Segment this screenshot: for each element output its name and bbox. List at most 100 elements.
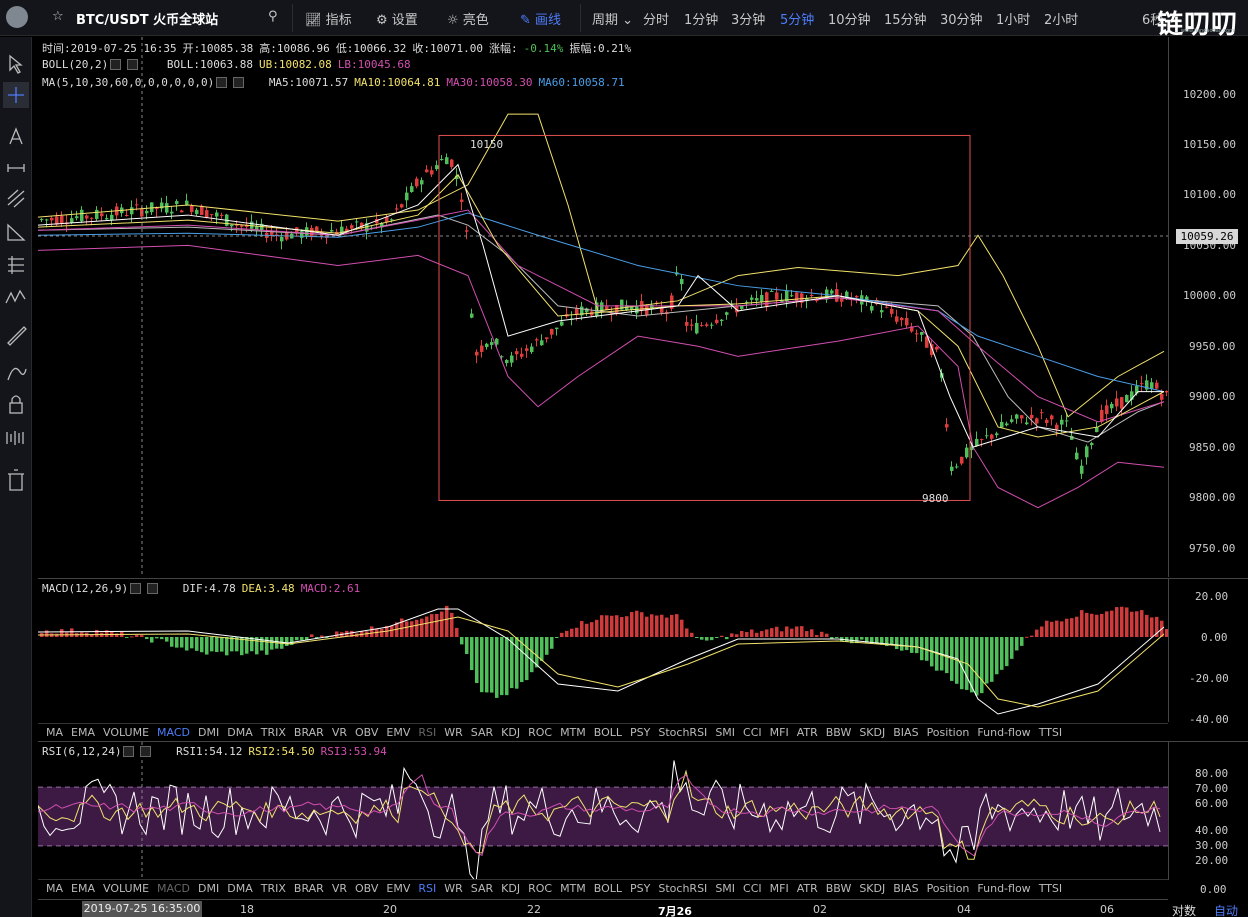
macd-bar xyxy=(205,637,209,655)
indicator-tab-bbw[interactable]: BBW xyxy=(826,880,852,897)
indicator-tab-ma[interactable]: MA xyxy=(46,724,63,741)
macd-bar xyxy=(705,637,709,641)
indicator-tab-smi[interactable]: SMI xyxy=(715,724,735,741)
candle-body xyxy=(425,169,429,173)
indicator-tab-skdj[interactable]: SKDJ xyxy=(859,724,885,741)
log-scale-toggle[interactable]: 对数 xyxy=(1172,902,1196,917)
indicator-tab-psy[interactable]: PSY xyxy=(630,724,650,741)
gear-icon[interactable] xyxy=(110,59,122,70)
indicator-tab-vr[interactable]: VR xyxy=(332,724,347,741)
indicator-tab-ma[interactable]: MA xyxy=(46,880,63,897)
indicator-tab-sar[interactable]: SAR xyxy=(471,880,493,897)
indicator-tab-dma[interactable]: DMA xyxy=(227,880,253,897)
draw-button[interactable]: ✎ 画线 xyxy=(520,9,561,28)
indicator-tab-brar[interactable]: BRAR xyxy=(294,724,324,741)
period-option-active[interactable]: 5分钟 xyxy=(780,9,814,28)
candle-body xyxy=(710,324,714,326)
indicator-tab-mtm[interactable]: MTM xyxy=(560,724,586,741)
indicator-tab-obv[interactable]: OBV xyxy=(355,724,378,741)
indicator-tab-emv[interactable]: EMV xyxy=(386,880,410,897)
theme-button[interactable]: ☼ 亮色 xyxy=(447,9,489,28)
indicator-tab-trix[interactable]: TRIX xyxy=(261,880,286,897)
indicator-tab-brar[interactable]: BRAR xyxy=(294,880,324,897)
candle-body xyxy=(450,159,454,167)
indicator-tab-vr[interactable]: VR xyxy=(332,880,347,897)
indicator-tab-kdj[interactable]: KDJ xyxy=(501,880,520,897)
candle-body xyxy=(110,214,114,220)
auto-scale-toggle[interactable]: 自动 xyxy=(1214,902,1238,917)
period-option[interactable]: 1小时 xyxy=(996,9,1030,28)
indicator-tab-bias[interactable]: BIAS xyxy=(893,880,918,897)
close-icon[interactable] xyxy=(140,746,152,757)
indicator-tab-psy[interactable]: PSY xyxy=(630,880,650,897)
indicator-tab-dmi[interactable]: DMI xyxy=(198,880,219,897)
indicator-tab-ttsi[interactable]: TTSI xyxy=(1039,724,1062,741)
indicator-tab-volume[interactable]: VOLUME xyxy=(103,724,149,741)
indicator-tab-atr[interactable]: ATR xyxy=(797,724,818,741)
indicator-tab-rsi[interactable]: RSI xyxy=(418,724,436,741)
time-axis[interactable]: 2019-07-25 16:35:00 18 20 22 7月26 02 04 … xyxy=(38,899,1168,917)
indicator-tab-obv[interactable]: OBV xyxy=(355,880,378,897)
indicator-tab-ema[interactable]: EMA xyxy=(71,724,95,741)
gear-icon[interactable] xyxy=(123,746,135,757)
indicator-tab-cci[interactable]: CCI xyxy=(743,880,762,897)
period-option[interactable]: 分时 xyxy=(643,9,669,28)
settings-button[interactable]: ⚙ 设置 xyxy=(376,9,418,28)
close-icon[interactable] xyxy=(233,77,245,88)
search-icon[interactable]: ⚲ xyxy=(268,9,278,24)
macd-bar xyxy=(995,637,999,675)
candlestick-chart[interactable] xyxy=(38,37,1168,577)
indicator-tab-fund-flow[interactable]: Fund-flow xyxy=(977,880,1030,897)
indicator-tab-wr[interactable]: WR xyxy=(444,880,463,897)
indicator-tab-fund-flow[interactable]: Fund-flow xyxy=(977,724,1030,741)
candle-body xyxy=(1095,427,1099,433)
indicator-tab-kdj[interactable]: KDJ xyxy=(501,724,520,741)
indicator-tab-mfi[interactable]: MFI xyxy=(770,724,789,741)
indicator-tab-dmi[interactable]: DMI xyxy=(198,724,219,741)
indicator-tab-roc[interactable]: ROC xyxy=(528,724,552,741)
period-option[interactable]: 30分钟 xyxy=(940,9,983,28)
close-icon[interactable] xyxy=(127,59,139,70)
period-option[interactable]: 2小时 xyxy=(1044,9,1078,28)
indicator-tab-ema[interactable]: EMA xyxy=(71,880,95,897)
macd-chart[interactable] xyxy=(38,579,1168,722)
indicator-tab-position[interactable]: Position xyxy=(927,724,970,741)
price-axis[interactable]: 10200.00 10150.00 10100.00 10050.00 1000… xyxy=(1168,37,1248,577)
period-dropdown[interactable]: 周期 ⌄ xyxy=(592,9,633,28)
period-option[interactable]: 10分钟 xyxy=(828,9,871,28)
indicator-tab-ttsi[interactable]: TTSI xyxy=(1039,880,1062,897)
indicator-tab-roc[interactable]: ROC xyxy=(528,880,552,897)
close-icon[interactable] xyxy=(147,583,159,594)
indicator-tab-mfi[interactable]: MFI xyxy=(770,880,789,897)
indicator-tab-emv[interactable]: EMV xyxy=(386,724,410,741)
indicator-tab-boll[interactable]: BOLL xyxy=(594,880,622,897)
indicator-tab-bias[interactable]: BIAS xyxy=(893,724,918,741)
gear-icon[interactable] xyxy=(130,583,142,594)
period-option[interactable]: 3分钟 xyxy=(731,9,765,28)
indicator-tab-wr[interactable]: WR xyxy=(444,724,463,741)
indicator-tab-macd[interactable]: MACD xyxy=(157,880,190,897)
period-option[interactable]: 15分钟 xyxy=(884,9,927,28)
indicator-tab-sar[interactable]: SAR xyxy=(471,724,493,741)
indicator-tab-stochrsi[interactable]: StochRSI xyxy=(658,880,707,897)
indicator-tab-trix[interactable]: TRIX xyxy=(261,724,286,741)
indicator-tab-bbw[interactable]: BBW xyxy=(826,724,852,741)
indicator-tab-rsi[interactable]: RSI xyxy=(418,880,436,897)
period-option[interactable]: 1分钟 xyxy=(684,9,718,28)
indicator-tab-volume[interactable]: VOLUME xyxy=(103,880,149,897)
indicator-tab-dma[interactable]: DMA xyxy=(227,724,253,741)
indicator-tab-atr[interactable]: ATR xyxy=(797,880,818,897)
indicators-button[interactable]: 📈︎ 指标 xyxy=(305,9,352,28)
indicator-tab-macd[interactable]: MACD xyxy=(157,724,190,741)
indicator-tab-skdj[interactable]: SKDJ xyxy=(859,880,885,897)
indicator-tab-boll[interactable]: BOLL xyxy=(594,724,622,741)
indicator-tab-cci[interactable]: CCI xyxy=(743,724,762,741)
indicator-tab-position[interactable]: Position xyxy=(927,880,970,897)
indicator-tab-smi[interactable]: SMI xyxy=(715,880,735,897)
star-icon[interactable]: ☆ xyxy=(52,9,64,24)
rsi-chart[interactable] xyxy=(38,742,1168,880)
indicator-tab-mtm[interactable]: MTM xyxy=(560,880,586,897)
indicator-tab-stochrsi[interactable]: StochRSI xyxy=(658,724,707,741)
gear-icon[interactable] xyxy=(216,77,228,88)
symbol-title[interactable]: BTC/USDT 火币全球站 xyxy=(76,9,218,28)
